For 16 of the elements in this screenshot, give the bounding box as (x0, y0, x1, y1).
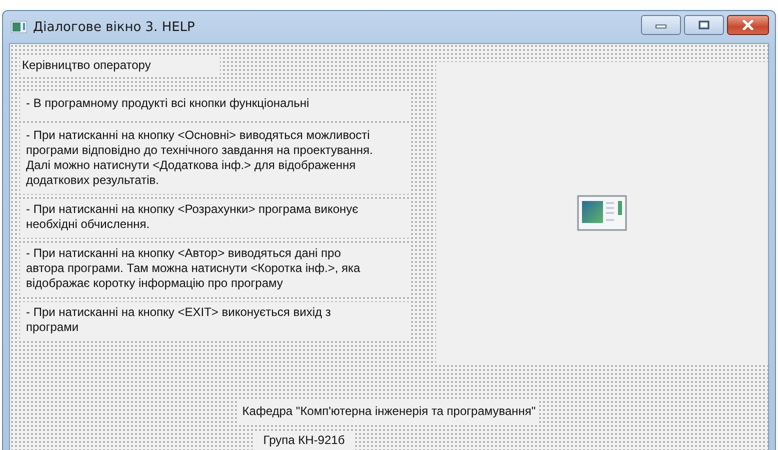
instruction-text: - При натисканні на кнопку <Автор> виводяться дані про автора програми. Там можна натиснути <Коротка інф.>, яка відображає коротку інформацію про програму (20, 243, 411, 297)
image-placeholder-icon (576, 195, 627, 231)
instruction-text: - В програмному продукті всі кнопки функціональні (20, 93, 411, 120)
window-icon (11, 21, 27, 33)
maximize-icon (698, 20, 710, 30)
window-title: Діалогове вікно 3. HELP (33, 20, 195, 34)
group-label: Група КН-921б (255, 431, 353, 450)
heading-label: Керівництво оператору (20, 56, 220, 77)
minimize-button[interactable] (641, 15, 681, 35)
close-icon (741, 20, 755, 30)
department-label: Кафедра "Комп'ютерна інженерія та програмування" (239, 400, 539, 423)
instruction-text: - При натисканні на кнопку <Основні> виводяться можливості програми відповідно до технічного завдання на проектування. Далі можно натиснути <Додаткова інф.> для відображення додаткових результатів. (20, 125, 411, 194)
maximize-button[interactable] (684, 15, 724, 35)
close-button[interactable] (727, 15, 769, 35)
instruction-text: - При натисканні на кнопку <Розрахунки> програма виконує необхідні обчислення. (20, 199, 411, 238)
instruction-text: - При натисканні на кнопку <EXIT> виконується вихід з програми (20, 302, 411, 341)
